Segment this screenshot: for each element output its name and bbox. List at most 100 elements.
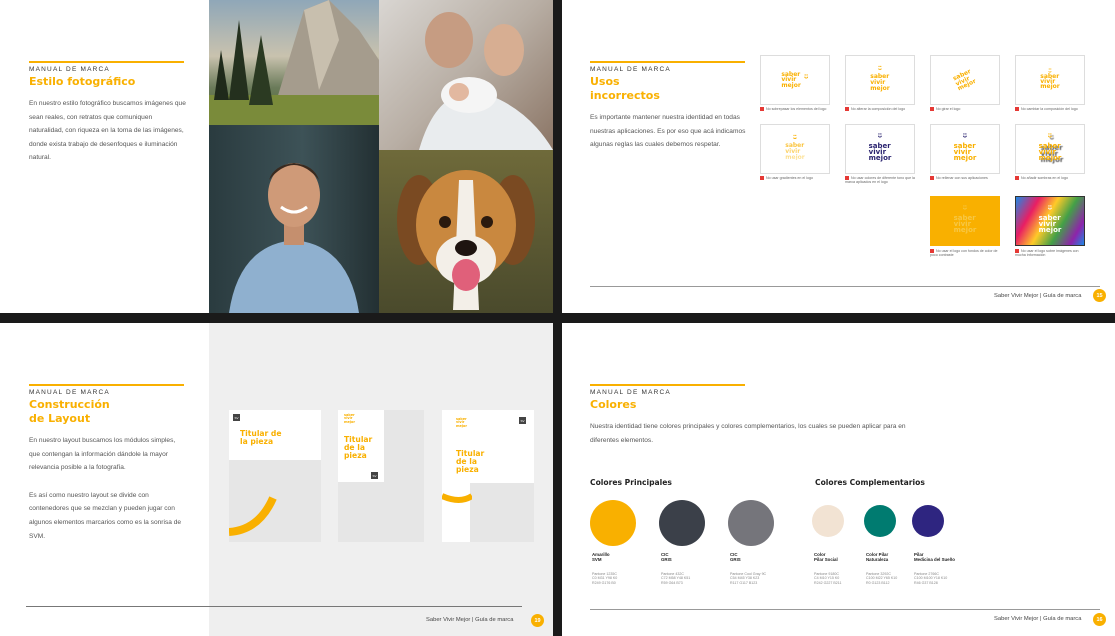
misuse-tile-1: saber vivir mejor ᵕ̈ [760,55,830,105]
misuse-caption: No sobrepasar los elementos del logo [760,107,832,112]
color-swatch-circle [590,500,636,546]
logo-word: mejor [1040,82,1060,90]
swatch-name-line: GRIS [661,557,672,563]
card-title: Titular de la pieza [344,436,372,460]
intro-block: MANUAL DE MARCA Estilo fotográfico En nu… [29,61,189,165]
caption-text: No girar el logo [936,107,961,111]
body-text-1: En nuestro layout buscamos los módulos s… [29,437,176,472]
swatch-name-line: Naturaleza [866,557,889,563]
color-swatch-name: CIC GRIS [661,552,672,563]
page-title: Colores [590,398,637,411]
caption-text: No alterar la composición del logo [851,107,906,111]
misuse-caption: No usar gradientes en el logo [760,176,832,181]
misuse-tile-3: saber vivir mejor [930,55,1000,105]
caption-text: No usar gradientes en el logo [766,176,813,180]
color-swatch-name: Color Pilar Social [814,552,838,563]
smile-icon: ᵕ̈ [803,74,809,86]
body-text: Nuestra identidad tiene colores principa… [590,423,906,444]
swatch-name-line: GRIS [730,557,741,563]
logo-word: mejor [781,81,801,89]
footer-text: Saber Vivir Mejor | Guía de marca [994,616,1082,622]
footer-text: Saber Vivir Mejor | Guía de marca [994,293,1082,299]
caption-text: No rellenar con sus aplicaciones [936,176,988,180]
page-title-line-1: Usos [590,75,620,88]
brand-logo-low-contrast: ᵕ̈ saber vivir mejor [954,205,977,234]
page-title-line-2: incorrectos [590,89,660,102]
misuse-tile-7: ᵕ̈ saber vivir mejor [930,124,1000,174]
body-text: Es importante mantener nuestra identidad… [590,114,746,149]
color-swatch-values: Pantone 1235C C0 M31 Y98 K0 R249 G176 B0 [592,572,617,585]
error-icon [930,176,934,181]
brand-logo: ᵕ̈ saber vivir mejor [870,67,889,91]
layout-example-card-1: SV Titular de la pieza [229,410,321,542]
misuse-tile-4: ᵕ̈ saber vivir mejor [1015,55,1085,105]
kicker: MANUAL DE MARCA [29,61,184,73]
card-title-line: pieza [344,451,367,460]
intro-block: MANUAL DE MARCA Usos incorrectos Es impo… [590,61,750,152]
color-swatch-values: Pantone 2766C C100 M100 Y18 K10 R46 G37 B1… [914,572,947,585]
card-title: Titular de la pieza [456,450,484,474]
color-swatch-values: Pantone 3292C C100 M22 Y65 K10 R0 G123 B11… [866,572,897,585]
logo-word: mejor [1038,226,1062,235]
logo-word: mejor [953,154,977,163]
color-swatch-values: Pantone 9180C C4 M10 Y15 K0 R242 G227 B211 [814,572,842,585]
card-title-line: pieza [456,465,479,474]
misuse-caption: No rellenar con sus aplicaciones [930,176,1002,181]
swatch-value-line: R242 G227 B211 [814,580,842,585]
photo-family-newborn [379,0,553,150]
page-number: 16 [1093,613,1106,626]
error-icon [930,107,934,112]
brand-logo: ᵕ̈ saber vivir mejor [1040,69,1060,90]
photo-mountain-landscape [209,0,379,125]
caption-text: No usar colores de diferente tono que la… [845,176,915,185]
misuse-caption: No cambiar la composición del logo [1015,107,1087,112]
page-title-line-1: Construcción [29,398,110,411]
page-layout-construction: MANUAL DE MARCA Construcción de Layout E… [0,323,553,636]
misuse-tile-8: ᵕ̈ saber vivir mejor [1015,124,1085,174]
caption-text: No usar el logo sobre imágenes con mucha… [1015,249,1079,258]
card-title-line: la pieza [240,437,274,446]
swatch-name-line: SVM [592,557,602,563]
logo-word: mejor [344,419,355,424]
color-swatch-name: Pilar Medicina del Sueño [914,552,955,563]
misuse-caption: No usar el logo sobre imágenes con mucha… [1015,249,1087,258]
kicker: MANUAL DE MARCA [590,384,745,396]
misuse-tile-5: ᵕ̈ saber vivir mejor [760,124,830,174]
misuse-tile-10: ᵕ̈ saber vivir mejor [1015,196,1085,246]
misuse-caption: No añadir sombras en el logo [1015,176,1087,181]
color-swatch-circle [728,500,774,546]
footer-text: Saber Vivir Mejor | Guía de marca [426,617,514,623]
caption-text: No cambiar la composición del logo [1021,107,1078,111]
brand-badge: SV [233,414,240,421]
swatch-name-line: Medicina del Sueño [914,557,955,563]
caption-text: No usar el logo con fondos de color de p… [930,249,998,258]
photo-placeholder [470,483,534,542]
brand-logo-rotated: saber vivir mejor [952,68,977,92]
swatch-value-line: R117 G117 B123 [730,580,758,585]
color-swatch-circle [912,505,944,537]
color-swatch-name: CIC GRIS [730,552,741,563]
page-colors: MANUAL DE MARCA Colores Nuestra identida… [562,323,1115,636]
body-text-2: Es así como nuestro layout se divide con… [29,491,182,540]
brand-logo-busy-bg: ᵕ̈ saber vivir mejor [1038,205,1062,235]
footer-divider [590,286,1100,287]
swatch-value-line: R249 G176 B0 [592,580,616,585]
brand-badge: SV [371,472,378,479]
color-swatch-values: Pantone Cool Gray 9C C54 M45 Y38 K23 R117 … [730,572,766,585]
logo-word: mejor [785,153,805,161]
intro-block: MANUAL DE MARCA Colores Nuestra identida… [590,384,950,447]
kicker: MANUAL DE MARCA [590,61,745,73]
footer-divider [26,606,522,607]
color-swatch-circle [812,505,844,537]
brand-badge: SV [519,417,526,424]
logo-word: mejor [868,154,892,163]
misuse-tile-9: ᵕ̈ saber vivir mejor [930,196,1000,246]
error-icon [845,107,849,112]
brand-logo-gradient: ᵕ̈ saber vivir mejor [785,136,805,161]
color-swatch-name: Color Pilar Naturaleza [866,552,888,563]
error-icon [1015,107,1019,112]
swatch-value-line: R59 G64 B73 [661,580,683,585]
misuse-caption: No usar colores de diferente tono que la… [845,176,917,185]
footer-divider [590,609,1100,610]
photo-beagle-dog [379,150,553,313]
